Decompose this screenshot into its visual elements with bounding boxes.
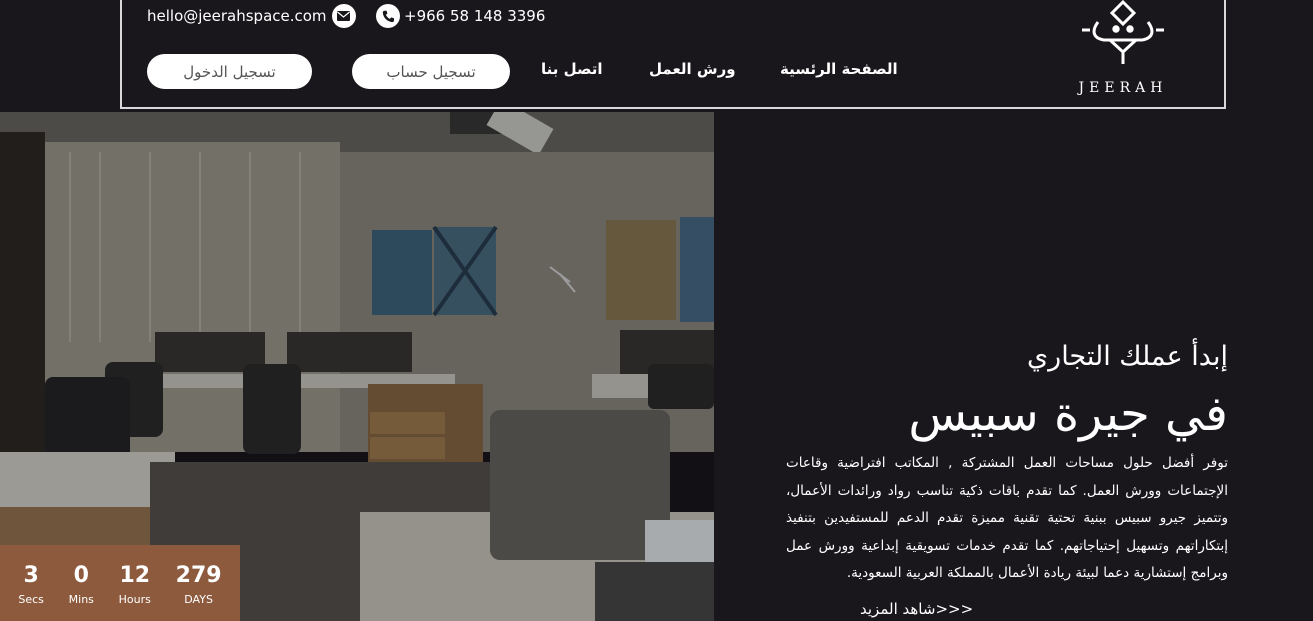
countdown-secs: 3 Secs xyxy=(18,563,44,606)
countdown-days-label: DAYS xyxy=(184,593,213,606)
countdown-secs-value: 3 xyxy=(23,563,39,588)
hero-text-column: إبدأ عملك التجاري في جيرة سبيس توفر أفضل… xyxy=(760,0,1228,621)
countdown-secs-label: Secs xyxy=(18,593,44,606)
phone-text[interactable]: +966 58 148 3396 xyxy=(404,7,545,25)
email-text[interactable]: hello@jeerahspace.com xyxy=(147,7,327,25)
hero-sub-heading: إبدأ عملك التجاري xyxy=(1027,341,1228,372)
email-contact[interactable]: hello@jeerahspace.com xyxy=(147,4,356,28)
nav-contact-us[interactable]: اتصل بنا xyxy=(541,60,603,78)
envelope-icon xyxy=(331,4,356,28)
countdown-hours-value: 12 xyxy=(119,563,151,588)
read-more-link[interactable]: شاهد المزيد>>> xyxy=(860,600,973,618)
countdown-mins: 0 Mins xyxy=(69,563,94,606)
hero-main-heading: في جيرة سبيس xyxy=(908,386,1228,442)
nav-workshops[interactable]: ورش العمل xyxy=(649,60,736,78)
phone-icon xyxy=(376,4,400,28)
countdown-mins-label: Mins xyxy=(68,593,94,606)
countdown-mins-value: 0 xyxy=(73,563,89,588)
countdown-days-value: 279 xyxy=(175,563,222,588)
login-button[interactable]: تسجيل الدخول xyxy=(147,54,312,89)
hero-description: توفر أفضل حلول مساحات العمل المشتركة , ا… xyxy=(786,455,1228,581)
countdown-hours: 12 Hours xyxy=(119,563,151,606)
countdown-timer: 3 Secs 0 Mins 12 Hours 279 DAYS xyxy=(0,545,240,621)
countdown-days: 279 DAYS xyxy=(176,563,222,606)
phone-contact[interactable]: +966 58 148 3396 xyxy=(376,4,545,28)
signup-button[interactable]: تسجيل حساب xyxy=(352,54,510,89)
countdown-hours-label: Hours xyxy=(118,593,151,606)
